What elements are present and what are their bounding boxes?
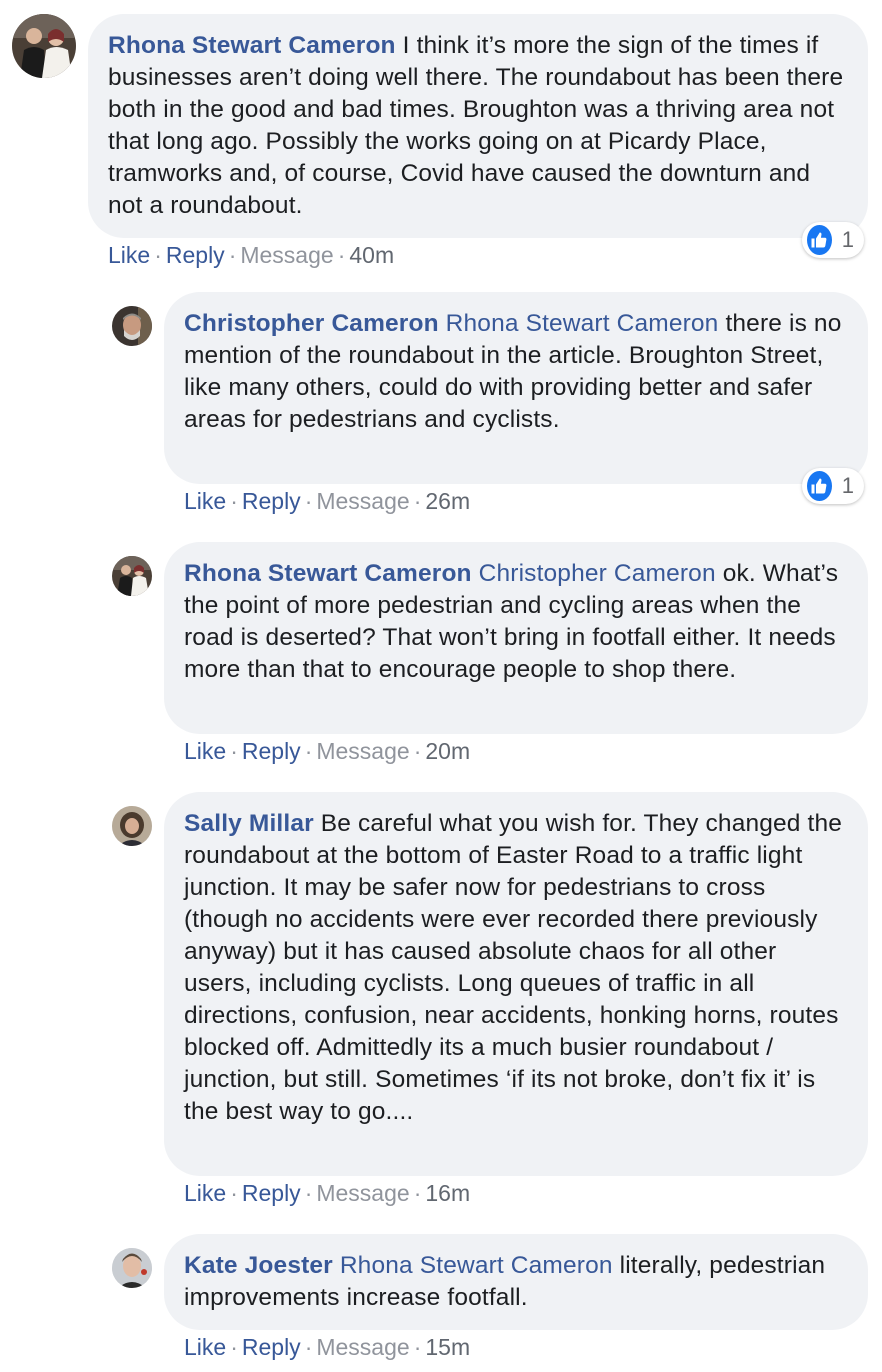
comment-bubble: Kate Joester Rhona Stewart Cameron liter… <box>164 1234 868 1330</box>
comment-actions: Like · Reply · Message · 15m <box>184 1334 470 1361</box>
comment-timestamp[interactable]: 16m <box>425 1180 470 1206</box>
separator-dot: · <box>337 242 346 268</box>
message-link[interactable]: Message <box>240 242 333 268</box>
comment-thread-item: Christopher Cameron Rhona Stewart Camero… <box>0 290 882 530</box>
message-link[interactable]: Message <box>316 738 409 764</box>
comment-timestamp[interactable]: 26m <box>425 488 470 514</box>
separator-dot: · <box>304 1334 313 1360</box>
avatar[interactable] <box>12 14 76 78</box>
reply-link[interactable]: Reply <box>242 738 301 764</box>
message-link[interactable]: Message <box>316 1334 409 1360</box>
message-link[interactable]: Message <box>316 488 409 514</box>
comment-timestamp[interactable]: 20m <box>425 738 470 764</box>
separator-dot: · <box>413 488 422 514</box>
reply-link[interactable]: Reply <box>242 1180 301 1206</box>
comment-thread-item: Rhona Stewart Cameron Christopher Camero… <box>0 540 882 780</box>
comment-text: Be careful what you wish for. They chang… <box>184 810 843 1125</box>
like-link[interactable]: Like <box>184 738 226 764</box>
comment-actions: Like · Reply · Message · 26m <box>184 488 470 515</box>
like-link[interactable]: Like <box>108 242 150 268</box>
separator-dot: · <box>228 242 237 268</box>
comment-timestamp[interactable]: 15m <box>425 1334 470 1360</box>
avatar-photo-icon <box>112 1248 152 1288</box>
reaction-count[interactable]: 1 <box>802 222 864 258</box>
avatar-photo-icon <box>12 14 76 78</box>
separator-dot: · <box>413 1334 422 1360</box>
comment-bubble: Sally Millar Be careful what you wish fo… <box>164 792 868 1176</box>
separator-dot: · <box>230 1180 238 1206</box>
separator-dot: · <box>154 242 162 268</box>
separator-dot: · <box>413 1180 422 1206</box>
comment-thread-item: Sally Millar Be careful what you wish fo… <box>0 790 882 1230</box>
separator-dot: · <box>230 488 238 514</box>
comment-actions: Like · Reply · Message · 40m <box>108 242 394 269</box>
reply-link[interactable]: Reply <box>166 242 225 268</box>
comment-author[interactable]: Christopher Cameron <box>184 310 439 337</box>
comment-thread-item: Rhona Stewart Cameron I think it’s more … <box>0 0 882 280</box>
comment-author[interactable]: Rhona Stewart Cameron <box>184 560 472 587</box>
comment-bubble: Christopher Cameron Rhona Stewart Camero… <box>164 292 868 484</box>
avatar-photo-icon <box>112 806 152 846</box>
like-link[interactable]: Like <box>184 1334 226 1360</box>
reaction-count[interactable]: 1 <box>802 468 864 504</box>
avatar-photo-icon <box>112 306 152 346</box>
separator-dot: · <box>413 738 422 764</box>
comment-bubble: Rhona Stewart Cameron Christopher Camero… <box>164 542 868 734</box>
reaction-count-value: 1 <box>841 227 854 252</box>
comment-actions: Like · Reply · Message · 16m <box>184 1180 470 1207</box>
thumbs-up-icon <box>805 223 834 257</box>
separator-dot: · <box>230 1334 238 1360</box>
mention-link[interactable]: Christopher Cameron <box>479 560 716 587</box>
comment-actions: Like · Reply · Message · 20m <box>184 738 470 765</box>
like-link[interactable]: Like <box>184 488 226 514</box>
comment-text: I think it’s more the sign of the times … <box>108 32 844 219</box>
reply-link[interactable]: Reply <box>242 488 301 514</box>
separator-dot: · <box>230 738 238 764</box>
comment-author[interactable]: Rhona Stewart Cameron <box>108 32 396 59</box>
avatar[interactable] <box>112 1248 152 1288</box>
comment-thread-item: Kate Joester Rhona Stewart Cameron liter… <box>0 1232 882 1372</box>
comment-author[interactable]: Sally Millar <box>184 810 314 837</box>
reply-link[interactable]: Reply <box>242 1334 301 1360</box>
avatar[interactable] <box>112 306 152 346</box>
thumbs-up-icon <box>805 469 834 503</box>
separator-dot: · <box>304 488 313 514</box>
separator-dot: · <box>304 738 313 764</box>
mention-link[interactable]: Rhona Stewart Cameron <box>446 310 719 337</box>
message-link[interactable]: Message <box>316 1180 409 1206</box>
avatar-photo-icon <box>112 556 152 596</box>
reaction-count-value: 1 <box>841 473 854 498</box>
separator-dot: · <box>304 1180 313 1206</box>
like-link[interactable]: Like <box>184 1180 226 1206</box>
comment-author[interactable]: Kate Joester <box>184 1252 333 1279</box>
comment-timestamp[interactable]: 40m <box>349 242 394 268</box>
comment-bubble: Rhona Stewart Cameron I think it’s more … <box>88 14 868 238</box>
avatar[interactable] <box>112 806 152 846</box>
mention-link[interactable]: Rhona Stewart Cameron <box>340 1252 613 1279</box>
avatar[interactable] <box>112 556 152 596</box>
